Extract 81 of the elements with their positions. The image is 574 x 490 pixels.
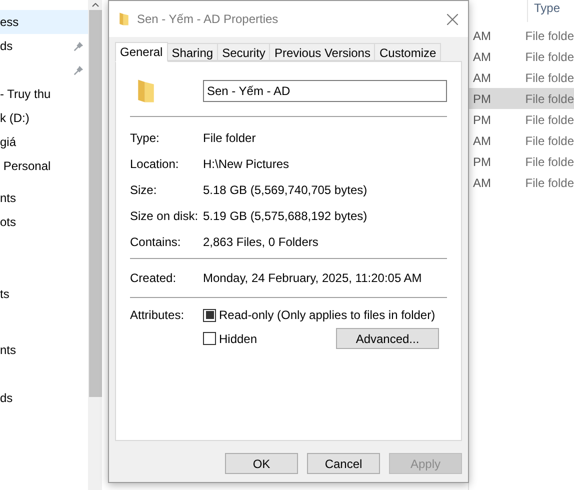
nav-item-label: nts xyxy=(0,342,16,359)
date-cell-text: AM xyxy=(472,48,492,66)
type-cell-text: File folde xyxy=(525,28,574,44)
property-label: Contains: xyxy=(130,234,182,251)
property-label: Type: xyxy=(130,130,160,147)
scroll-up-icon[interactable] xyxy=(92,3,98,7)
nav-item-label: ots xyxy=(0,214,16,231)
nav-item-label: Personal xyxy=(2,158,51,175)
tab[interactable]: Customize xyxy=(374,43,442,61)
type-cell-text: File folde xyxy=(525,48,574,66)
nav-item[interactable]: ess xyxy=(0,10,88,34)
nav-item[interactable]: nts xyxy=(0,338,88,362)
file-row[interactable]: PM File folde xyxy=(469,109,574,130)
date-cell-text: PM xyxy=(472,90,492,108)
property-label: Location: xyxy=(130,156,180,173)
nav-item[interactable]: ds xyxy=(0,34,88,58)
name-input[interactable]: Sen - Yếm - AD xyxy=(207,82,443,100)
property-value: 5.18 GB (5,569,740,705 bytes) xyxy=(203,182,368,199)
nav-item[interactable]: ots xyxy=(0,210,88,234)
tab[interactable]: Sharing xyxy=(166,43,218,61)
checkbox[interactable] xyxy=(203,332,216,345)
advanced-button[interactable]: Advanced... xyxy=(336,328,439,349)
file-row[interactable]: AM File folde xyxy=(469,130,574,151)
property-value: 5.19 GB (5,575,688,192 bytes) xyxy=(203,208,368,225)
dialog-button[interactable]: OK xyxy=(225,453,298,474)
folder-icon xyxy=(119,12,129,26)
date-cell-text: AM xyxy=(472,28,492,44)
nav-item-label: ess xyxy=(0,14,19,31)
tab[interactable]: Security xyxy=(217,43,270,61)
date-cell-text: PM xyxy=(472,154,492,170)
type-cell-text: File folde xyxy=(525,174,574,192)
nav-item[interactable]: nts xyxy=(0,186,88,210)
tab[interactable]: Previous Versions xyxy=(269,43,376,61)
type-cell-text: File folde xyxy=(525,90,574,108)
type-cell-text: File folde xyxy=(525,154,574,170)
nav-item-label: ts xyxy=(0,286,10,303)
property-value: H:\New Pictures xyxy=(203,156,290,173)
file-row[interactable]: PM File folde xyxy=(469,151,574,172)
property-value: 2,863 Files, 0 Folders xyxy=(203,234,318,251)
property-label: Size on disk: xyxy=(130,208,200,225)
file-row[interactable]: AM File folde xyxy=(469,67,574,88)
nav-item[interactable]: k (D:) xyxy=(0,106,88,130)
property-label: Size: xyxy=(130,182,158,199)
type-cell-text: File folde xyxy=(525,132,574,150)
nav-item[interactable]: - Truy thu xyxy=(0,82,88,106)
close-icon[interactable] xyxy=(447,14,458,24)
property-label: Created: xyxy=(130,270,178,287)
checkbox-label: Hidden xyxy=(219,330,258,348)
checkbox[interactable] xyxy=(203,308,216,322)
file-row[interactable]: PM File folde xyxy=(469,88,574,109)
property-value: File folder xyxy=(203,130,256,147)
nav-item-label: giá xyxy=(0,134,16,151)
tab[interactable]: General xyxy=(115,42,168,62)
nav-item-label: - Truy thu xyxy=(0,86,51,103)
folder-icon xyxy=(137,78,155,104)
nav-item[interactable]: Personal xyxy=(0,154,88,178)
nav-item-label: nts xyxy=(0,190,16,207)
nav-item-label: ds xyxy=(0,38,13,55)
name-field[interactable]: Sen - Yếm - AD xyxy=(203,80,447,102)
type-cell-text: File folde xyxy=(525,70,574,86)
nav-item[interactable]: ds xyxy=(0,386,88,410)
date-cell-text: AM xyxy=(472,70,492,86)
nav-item[interactable]: ts xyxy=(0,282,88,306)
nav-item-label: ds xyxy=(0,390,13,407)
nav-item[interactable]: giá xyxy=(0,130,88,154)
date-cell-text: AM xyxy=(472,174,492,192)
date-cell-text: PM xyxy=(472,112,492,128)
type-cell-text: File folde xyxy=(525,112,574,128)
file-row[interactable]: AM File folde xyxy=(469,46,574,67)
scrollbar[interactable] xyxy=(88,0,102,490)
property-value: Monday, 24 February, 2025, 11:20:05 AM xyxy=(203,270,422,287)
scrollbar-thumb[interactable] xyxy=(88,10,102,397)
nav-item-label: k (D:) xyxy=(0,110,30,127)
dialog-button[interactable]: Cancel xyxy=(307,453,380,474)
column-header[interactable]: Type xyxy=(527,0,560,22)
file-row[interactable]: AM File folde xyxy=(469,25,574,46)
checkbox-label: Read-only (Only applies to files in folder) xyxy=(219,307,436,324)
file-row[interactable]: AM File folde xyxy=(469,172,574,193)
property-label: Attributes: xyxy=(130,307,186,324)
window-title: Sen - Yếm - AD Properties xyxy=(137,11,280,28)
date-cell-text: AM xyxy=(472,132,492,150)
